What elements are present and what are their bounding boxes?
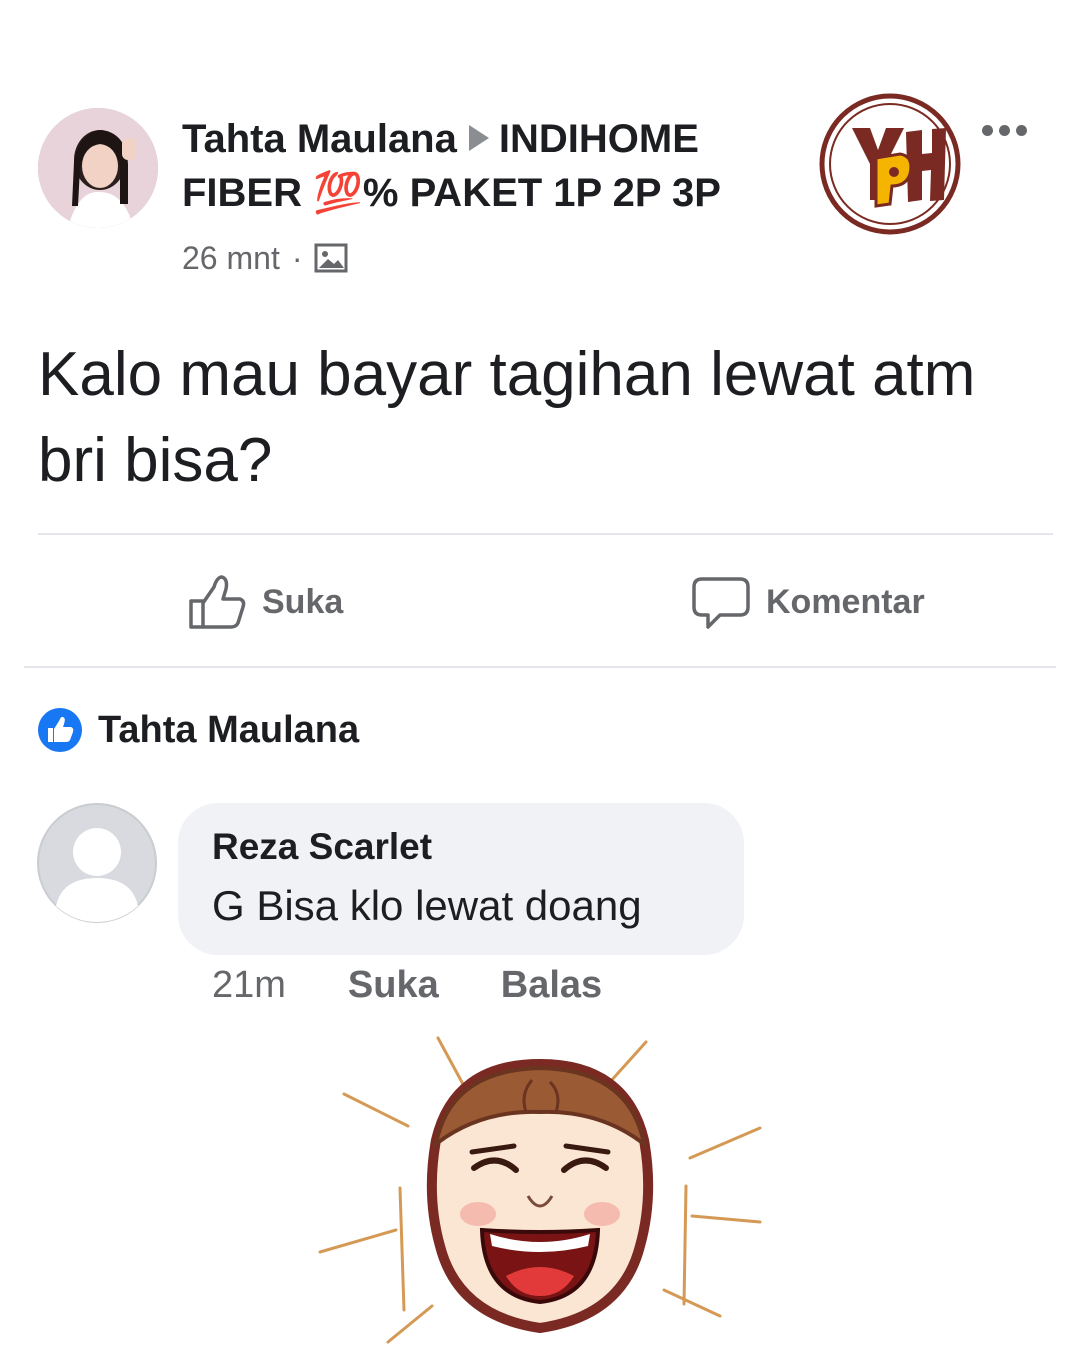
comment-actions: 21m Suka Balas [212, 964, 664, 1007]
post-text: Kalo mau bayar tagihan lewat atm bri bis… [38, 340, 976, 495]
post-meta: 26 mnt · [182, 238, 348, 278]
more-horizontal-icon[interactable] [982, 118, 1032, 142]
comment-text: G Bisa klo lewat doang [212, 882, 642, 929]
author-avatar[interactable] [38, 108, 158, 228]
post-header-title: Tahta Maulana INDIHOME FIBER 💯% PAKET 1P … [182, 112, 802, 220]
thumbs-up-icon [189, 575, 246, 629]
reaction-summary[interactable]: Tahta Maulana [36, 706, 359, 754]
default-avatar-icon[interactable] [36, 802, 158, 924]
comment-button-label: Komentar [766, 582, 925, 621]
photo-icon [314, 243, 348, 273]
comment-button[interactable]: Komentar [690, 572, 925, 632]
arrow-right-icon [468, 125, 489, 151]
post-time[interactable]: 26 mnt [182, 238, 280, 278]
comment-author[interactable]: Reza Scarlet [212, 826, 432, 868]
divider [24, 666, 1056, 668]
divider [38, 533, 1053, 535]
like-button[interactable]: Suka [186, 572, 343, 632]
comment-icon [692, 577, 750, 629]
like-reaction-icon [38, 708, 82, 752]
brand-badge-logo [819, 93, 961, 235]
post-author-name[interactable]: Tahta Maulana [182, 117, 457, 161]
comment-time[interactable]: 21m [212, 964, 286, 1007]
reaction-user-name: Tahta Maulana [98, 708, 360, 751]
comment-like-button[interactable]: Suka [348, 964, 439, 1007]
meta-separator: · [291, 240, 303, 276]
like-button-label: Suka [262, 582, 344, 621]
laughing-face-sticker [318, 1036, 762, 1344]
comment-reply-button[interactable]: Balas [501, 964, 602, 1007]
